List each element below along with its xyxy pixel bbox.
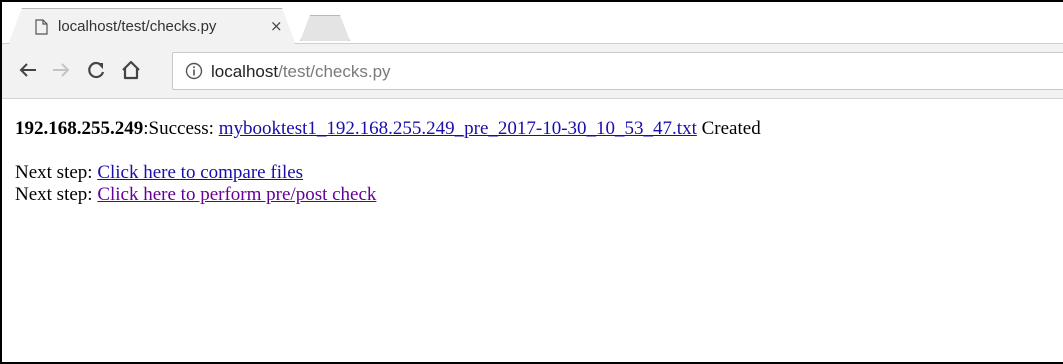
pre-post-check-link[interactable]: Click here to perform pre/post check [97,184,376,205]
back-button[interactable] [16,58,40,82]
compare-files-link[interactable]: Click here to compare files [97,162,303,183]
reload-icon [88,61,105,79]
browser-tab[interactable]: localhost/test/checks.py × [8,8,296,45]
reload-button[interactable] [84,58,108,82]
tab-close-icon[interactable]: × [270,17,283,35]
url-path: /test/checks.py [278,62,391,81]
next-step-label: Next step: [15,162,98,183]
next-step-label: Next step: [15,184,98,205]
created-text: Created [696,118,761,139]
home-icon [122,60,140,80]
tab-content: localhost/test/checks.py [35,18,216,35]
toolbar: localhost/test/checks.py [2,44,1063,99]
browser-window: localhost/test/checks.py × localhost/tes… [0,0,1063,364]
tab-strip: localhost/test/checks.py × [2,2,1063,45]
tab-title: localhost/test/checks.py [58,18,217,35]
info-icon[interactable] [185,62,203,80]
address-bar[interactable]: localhost/test/checks.py [172,52,1063,90]
home-button[interactable] [119,58,143,82]
back-arrow-icon [19,63,36,77]
page-icon [35,18,48,35]
url-host: localhost [211,62,279,81]
status-line: 192.168.255.249:Success: mybooktest1_192… [15,118,1063,140]
url-text: localhost/test/checks.py [211,62,391,82]
next-step-line: Next step: Click here to compare files [15,162,1063,184]
status-text: :Success: [143,118,219,139]
forward-button[interactable] [49,58,73,82]
ip-address: 192.168.255.249 [15,118,144,139]
created-file-link[interactable]: mybooktest1_192.168.255.249_pre_2017-10-… [219,118,697,139]
forward-arrow-icon [53,63,70,77]
page-content: 192.168.255.249:Success: mybooktest1_192… [2,99,1063,206]
next-step-line: Next step: Click here to perform pre/pos… [15,184,1063,206]
new-tab-button[interactable] [300,15,350,41]
